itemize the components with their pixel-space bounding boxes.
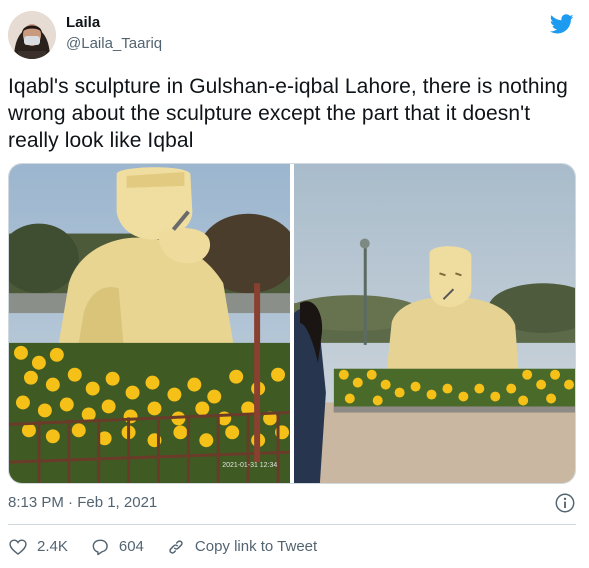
like-button[interactable]: 2.4K <box>8 537 68 557</box>
tweet-timestamp[interactable]: 8:13 PM · Feb 1, 2021 <box>8 493 157 513</box>
heart-icon <box>9 539 27 555</box>
user-handle[interactable]: @Laila_Taariq <box>66 34 162 54</box>
tweet-card: Laila @Laila_Taariq Iqabl's sculpture in… <box>0 0 589 568</box>
sculpture-photo-closeup[interactable]: 2021-01-31 12:34 <box>9 164 290 483</box>
tweet-actions: 2.4K 604 Copy link to Tweet <box>8 537 339 557</box>
display-name[interactable]: Laila <box>66 13 162 33</box>
tweet-media[interactable]: 2021-01-31 12:34 <box>8 163 576 484</box>
copy-link-label: Copy link to Tweet <box>194 538 318 555</box>
reply-button[interactable]: 604 <box>90 537 144 557</box>
reply-count: 604 <box>118 538 144 555</box>
twitter-bird-icon[interactable] <box>548 12 576 36</box>
photo-watermark: 2021-01-31 12:34 <box>222 462 277 469</box>
info-icon[interactable] <box>554 492 576 514</box>
like-count: 2.4K <box>37 538 68 555</box>
copy-link-button[interactable]: Copy link to Tweet <box>166 537 317 557</box>
tweet-text: Iqabl's sculpture in Gulshan-e-iqbal Lah… <box>8 75 568 152</box>
divider <box>8 524 576 525</box>
tweet-author[interactable]: Laila @Laila_Taariq <box>66 13 162 54</box>
avatar[interactable] <box>8 11 56 59</box>
sculpture-photo-wide[interactable] <box>294 164 575 483</box>
reply-bubble-icon <box>92 539 108 556</box>
link-icon <box>169 540 183 554</box>
